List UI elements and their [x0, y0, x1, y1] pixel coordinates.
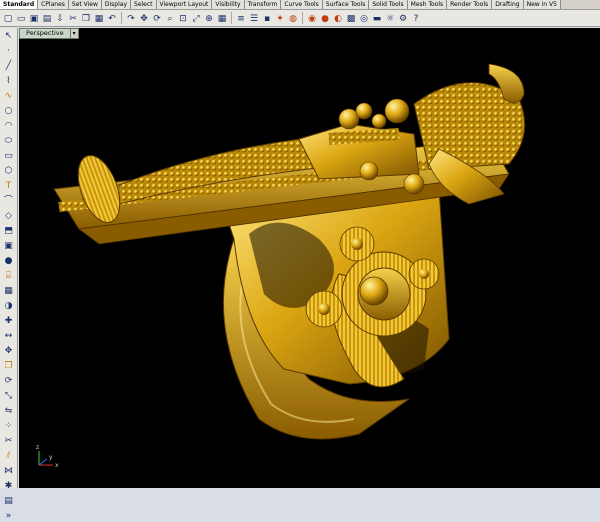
- point-icon[interactable]: ·: [2, 45, 15, 57]
- viewport-dropdown-icon[interactable]: ▾: [70, 28, 79, 39]
- color-icon[interactable]: ◐: [332, 12, 344, 24]
- mirror-icon[interactable]: ⇋: [2, 405, 15, 417]
- grid-icon[interactable]: ▦: [216, 12, 228, 24]
- paste-icon[interactable]: ▦: [93, 12, 105, 24]
- extrude-icon[interactable]: ⬒: [2, 225, 15, 237]
- text-icon[interactable]: T: [2, 180, 15, 192]
- tab-mesh-tools[interactable]: Mesh Tools: [407, 0, 448, 9]
- tab-transform[interactable]: Transform: [244, 0, 282, 9]
- viewport-header: Perspective ▾: [19, 28, 79, 39]
- tab-set-view[interactable]: Set View: [68, 0, 102, 9]
- viewport[interactable]: Perspective ▾ z x y: [19, 28, 600, 488]
- move-icon[interactable]: ✥: [2, 345, 15, 357]
- light-icon[interactable]: ✦: [274, 12, 286, 24]
- tab-select[interactable]: Select: [131, 0, 157, 9]
- tab-render-tools[interactable]: Render Tools: [447, 0, 493, 9]
- tab-display[interactable]: Display: [101, 0, 132, 9]
- pan-icon[interactable]: ✥: [138, 12, 150, 24]
- import-icon[interactable]: ⇩: [54, 12, 66, 24]
- open-icon[interactable]: ▭: [15, 12, 27, 24]
- zoom-selected-icon[interactable]: ⊕: [203, 12, 215, 24]
- viewport-title-tab[interactable]: Perspective: [19, 28, 71, 39]
- zoom-icon[interactable]: ⌕: [164, 12, 176, 24]
- arc-icon[interactable]: ◠: [2, 120, 15, 132]
- toolbar-separator: [302, 12, 303, 24]
- zoom-extents-icon[interactable]: ⤢: [190, 12, 202, 24]
- analyze-icon[interactable]: ✚: [2, 315, 15, 327]
- fillet-icon[interactable]: ⌒: [2, 195, 15, 207]
- properties-icon[interactable]: ☰: [248, 12, 260, 24]
- tab-surface-tools[interactable]: Surface Tools: [322, 0, 370, 9]
- trim-icon[interactable]: ✂: [2, 435, 15, 447]
- environment-icon[interactable]: ◎: [358, 12, 370, 24]
- tab-drafting[interactable]: Drafting: [492, 0, 524, 9]
- explode-icon[interactable]: ✱: [2, 480, 15, 492]
- toolbar-separator: [121, 12, 122, 24]
- standard-toolbar: ▢ ▭ ▣ ▤ ⇩ ✂ ❐ ▦ ↶ ↷ ✥ ⟳ ⌕ ⊡ ⤢ ⊕ ▦ ≡ ☰ ▪ ✦ ◍ ◉ ● ◐ ▩ ◎ ▬ ☼ ⚙?: [0, 10, 600, 27]
- sphere-icon[interactable]: ●: [2, 255, 15, 267]
- toolbar-tabs: Standard CPlanes Set View Display Select View…: [0, 0, 600, 10]
- circle-icon[interactable]: ○: [2, 105, 15, 117]
- more-icon[interactable]: »: [2, 510, 15, 522]
- boolean-icon[interactable]: ◑: [2, 300, 15, 312]
- save-icon[interactable]: ▣: [28, 12, 40, 24]
- rectangle-icon[interactable]: ▭: [2, 150, 15, 162]
- copy-icon[interactable]: ❐: [2, 360, 15, 372]
- lock-icon[interactable]: ▪: [261, 12, 273, 24]
- help-icon[interactable]: ?: [410, 12, 422, 24]
- rotate-icon[interactable]: ⟳: [151, 12, 163, 24]
- rotate-icon[interactable]: ⟳: [2, 375, 15, 387]
- polygon-icon[interactable]: ⬡: [2, 165, 15, 177]
- line-icon[interactable]: ╱: [2, 60, 15, 72]
- zoom-window-icon[interactable]: ⊡: [177, 12, 189, 24]
- ground-icon[interactable]: ▬: [371, 12, 383, 24]
- sun-icon[interactable]: ☼: [384, 12, 396, 24]
- split-icon[interactable]: ⫽: [2, 450, 15, 462]
- tab-new-in-v5[interactable]: New in V5: [523, 0, 561, 9]
- left-toolbar: ↖ · ╱ ⌇ ∿ ○ ◠ ⬭ ▭ ⬡ T ⌒ ◇ ⬒ ▣ ● ⌸ ▦ ◑ ✚ ↔ ✥ ❐ ⟳ ⤡ ⇋ ⁘ ✂ ⫽ ⋈ ✱ ▤ »: [0, 28, 18, 521]
- model-scene[interactable]: z x y: [19, 39, 600, 488]
- sphere-icon[interactable]: ●: [319, 12, 331, 24]
- render-icon[interactable]: ◉: [306, 12, 318, 24]
- undo-icon[interactable]: ↶: [106, 12, 118, 24]
- select-icon[interactable]: ↖: [2, 30, 15, 42]
- tab-solid-tools[interactable]: Solid Tools: [369, 0, 408, 9]
- axis-z-label: z: [36, 444, 39, 451]
- join-icon[interactable]: ⋈: [2, 465, 15, 477]
- tab-visibility[interactable]: Visibility: [212, 0, 245, 9]
- texture-icon[interactable]: ▩: [345, 12, 357, 24]
- polyline-icon[interactable]: ⌇: [2, 75, 15, 87]
- surface-icon[interactable]: ◇: [2, 210, 15, 222]
- axis-y-label: y: [49, 454, 53, 461]
- toolbar-separator: [231, 12, 232, 24]
- group-icon[interactable]: ▤: [2, 495, 15, 507]
- tab-curve-tools[interactable]: Curve Tools: [281, 0, 323, 9]
- layer-icon[interactable]: ≡: [235, 12, 247, 24]
- print-icon[interactable]: ▤: [41, 12, 53, 24]
- tab-viewport-layout[interactable]: Viewport Layout: [156, 0, 213, 9]
- tab-cplanes[interactable]: CPlanes: [38, 0, 69, 9]
- copy-icon[interactable]: ❐: [80, 12, 92, 24]
- options-icon[interactable]: ⚙: [397, 12, 409, 24]
- material-icon[interactable]: ◍: [287, 12, 299, 24]
- new-icon[interactable]: ▢: [2, 12, 14, 24]
- scale-icon[interactable]: ⤡: [2, 390, 15, 402]
- ellipse-icon[interactable]: ⬭: [2, 135, 15, 147]
- box-icon[interactable]: ▣: [2, 240, 15, 252]
- dimension-icon[interactable]: ↔: [2, 330, 15, 342]
- curve-icon[interactable]: ∿: [2, 90, 15, 102]
- axis-x-label: x: [55, 462, 59, 469]
- axis-widget: z x y: [36, 444, 59, 469]
- array-icon[interactable]: ⁘: [2, 420, 15, 432]
- tab-standard[interactable]: Standard: [0, 0, 39, 9]
- cut-icon[interactable]: ✂: [67, 12, 79, 24]
- redo-icon[interactable]: ↷: [125, 12, 137, 24]
- mesh-icon[interactable]: ▦: [2, 285, 15, 297]
- cylinder-icon[interactable]: ⌸: [2, 270, 15, 282]
